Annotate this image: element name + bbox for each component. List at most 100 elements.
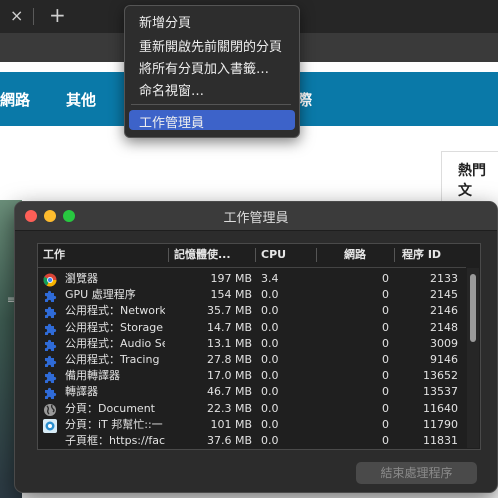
cell-network: 0 — [382, 434, 389, 447]
cell-network: 0 — [382, 272, 389, 285]
menu-item-bookmark-all-tabs[interactable]: 將所有分頁加入書籤… — [139, 58, 269, 77]
cell-cpu: 0.0 — [261, 417, 279, 431]
menu-item-name-window[interactable]: 命名視窗… — [139, 80, 204, 99]
cell-pid: 11640 — [423, 401, 458, 415]
menu-item-task-manager[interactable]: 工作管理員 — [139, 112, 204, 131]
cell-memory: 37.6 MB — [206, 434, 252, 447]
cell-pid: 11831 — [423, 434, 458, 447]
new-tab-button[interactable]: + — [49, 3, 66, 27]
cell-cpu: 3.4 — [261, 272, 279, 285]
cell-memory: 27.8 MB — [206, 353, 252, 366]
table-row[interactable]: 公用程式：Network 35.7 MB 0.0 0 2146 — [38, 303, 466, 319]
cell-pid: 9146 — [430, 353, 458, 366]
cell-network: 0 — [382, 336, 389, 350]
cell-cpu: 0.0 — [261, 320, 279, 334]
cell-cpu: 0.0 — [261, 385, 279, 399]
menu-item-new-tab[interactable]: 新增分頁 — [139, 12, 191, 31]
table-row[interactable]: 子頁框：https://fac 37.6 MB 0.0 0 11831 — [38, 433, 466, 449]
cell-task: 公用程式：Storage — [65, 320, 164, 334]
cell-task: 公用程式：Tracing — [65, 353, 160, 366]
cell-memory: 154 MB — [210, 288, 252, 302]
cell-memory: 22.3 MB — [206, 401, 252, 415]
cell-task: 公用程式：Audio Se — [65, 336, 165, 350]
window-title: 工作管理員 — [223, 211, 289, 226]
cell-task: 分頁：Document — [65, 401, 155, 415]
task-manager-window: 工作管理員 工作 記憶體使... CPU 網路 程序 ID 瀏覽器 197 MB 3… — [14, 201, 498, 493]
puzzle-icon — [43, 337, 57, 351]
cell-task: 分頁：iT 邦幫忙::一 — [65, 417, 163, 431]
column-divider — [255, 248, 256, 262]
tab-separator — [33, 8, 34, 25]
cell-network: 0 — [382, 288, 389, 302]
tab-close-button[interactable]: × — [10, 6, 23, 25]
cell-pid: 13537 — [423, 385, 458, 399]
menu-separator — [131, 104, 291, 105]
ithome-icon — [43, 418, 57, 433]
column-header-cpu[interactable]: CPU — [261, 244, 286, 266]
cell-network: 0 — [382, 417, 389, 431]
cell-network: 0 — [382, 369, 389, 383]
table-row[interactable]: GPU 處理程序 154 MB 0.0 0 2145 — [38, 287, 466, 303]
puzzle-icon — [43, 385, 57, 400]
cell-cpu: 0.0 — [261, 401, 279, 415]
context-menu: 新增分頁 重新開啟先前關閉的分頁 將所有分頁加入書籤… 命名視窗… 工作管理員 — [124, 5, 300, 138]
table-row[interactable]: 公用程式：Storage 14.7 MB 0.0 0 2148 — [38, 320, 466, 336]
header-divider — [38, 267, 466, 268]
puzzle-icon — [43, 321, 57, 335]
cell-cpu: 0.0 — [261, 304, 279, 318]
cell-network: 0 — [382, 401, 389, 415]
nav-item-network[interactable]: 網路 — [0, 89, 30, 110]
cell-pid: 2146 — [430, 304, 458, 318]
cell-pid: 2148 — [430, 320, 458, 334]
title-bar: 工作管理員 — [15, 202, 497, 231]
cell-cpu: 0.0 — [261, 288, 279, 302]
cell-memory: 17.0 MB — [206, 369, 252, 383]
cell-pid: 2145 — [430, 288, 458, 302]
cell-memory: 46.7 MB — [206, 385, 252, 399]
cell-task: 備用轉譯器 — [65, 369, 120, 383]
cell-cpu: 0.0 — [261, 434, 279, 447]
cell-network: 0 — [382, 320, 389, 334]
puzzle-icon — [43, 369, 57, 384]
cell-task: GPU 處理程序 — [65, 288, 136, 302]
table-row[interactable]: 分頁：iT 邦幫忙::一 101 MB 0.0 0 11790 — [38, 417, 466, 433]
sidebar-title: 熱門文 — [458, 163, 486, 199]
table-row[interactable]: 公用程式：Audio Se 13.1 MB 0.0 0 3009 — [38, 336, 466, 352]
cell-memory: 14.7 MB — [206, 320, 252, 334]
puzzle-icon — [43, 304, 57, 319]
column-header-network[interactable]: 網路 — [344, 244, 366, 266]
process-table: 工作 記憶體使... CPU 網路 程序 ID 瀏覽器 197 MB 3.4 0 213… — [37, 243, 481, 450]
cell-pid: 2133 — [430, 272, 458, 285]
menu-item-reopen-closed-tab[interactable]: 重新開啟先前關閉的分頁 — [139, 36, 282, 55]
end-process-button[interactable]: 結束處理程序 — [356, 462, 477, 484]
cell-task: 瀏覽器 — [65, 272, 98, 285]
cell-cpu: 0.0 — [261, 336, 279, 350]
puzzle-icon — [43, 288, 57, 303]
scrollbar-thumb[interactable] — [470, 274, 476, 342]
cell-task: 轉譯器 — [65, 385, 98, 399]
puzzle-icon — [43, 353, 57, 367]
table-row[interactable]: 瀏覽器 197 MB 3.4 0 2133 — [38, 271, 466, 287]
cell-task: 子頁框：https://fac — [65, 434, 165, 447]
globe-icon — [43, 402, 57, 416]
cell-memory: 35.7 MB — [206, 304, 252, 318]
scrollbar[interactable] — [467, 268, 479, 448]
table-row[interactable]: 分頁：Document 22.3 MB 0.0 0 11640 — [38, 401, 466, 417]
cell-pid: 13652 — [423, 369, 458, 383]
cell-network: 0 — [382, 353, 389, 366]
table-row[interactable]: 轉譯器 46.7 MB 0.0 0 13537 — [38, 384, 466, 400]
cell-pid: 11790 — [423, 417, 458, 431]
column-header-pid[interactable]: 程序 ID — [402, 244, 441, 266]
column-header-task[interactable]: 工作 — [43, 244, 65, 266]
column-header-memory[interactable]: 記憶體使... — [174, 244, 231, 266]
table-row[interactable]: 公用程式：Tracing 27.8 MB 0.0 0 9146 — [38, 352, 466, 368]
nav-item-other[interactable]: 其他 — [66, 89, 96, 110]
table-row[interactable]: 備用轉譯器 17.0 MB 0.0 0 13652 — [38, 368, 466, 384]
cell-cpu: 0.0 — [261, 369, 279, 383]
cell-network: 0 — [382, 385, 389, 399]
cell-memory: 197 MB — [210, 272, 252, 285]
column-divider — [394, 248, 395, 262]
cell-memory: 101 MB — [210, 417, 252, 431]
cell-cpu: 0.0 — [261, 353, 279, 366]
column-divider — [168, 248, 169, 262]
